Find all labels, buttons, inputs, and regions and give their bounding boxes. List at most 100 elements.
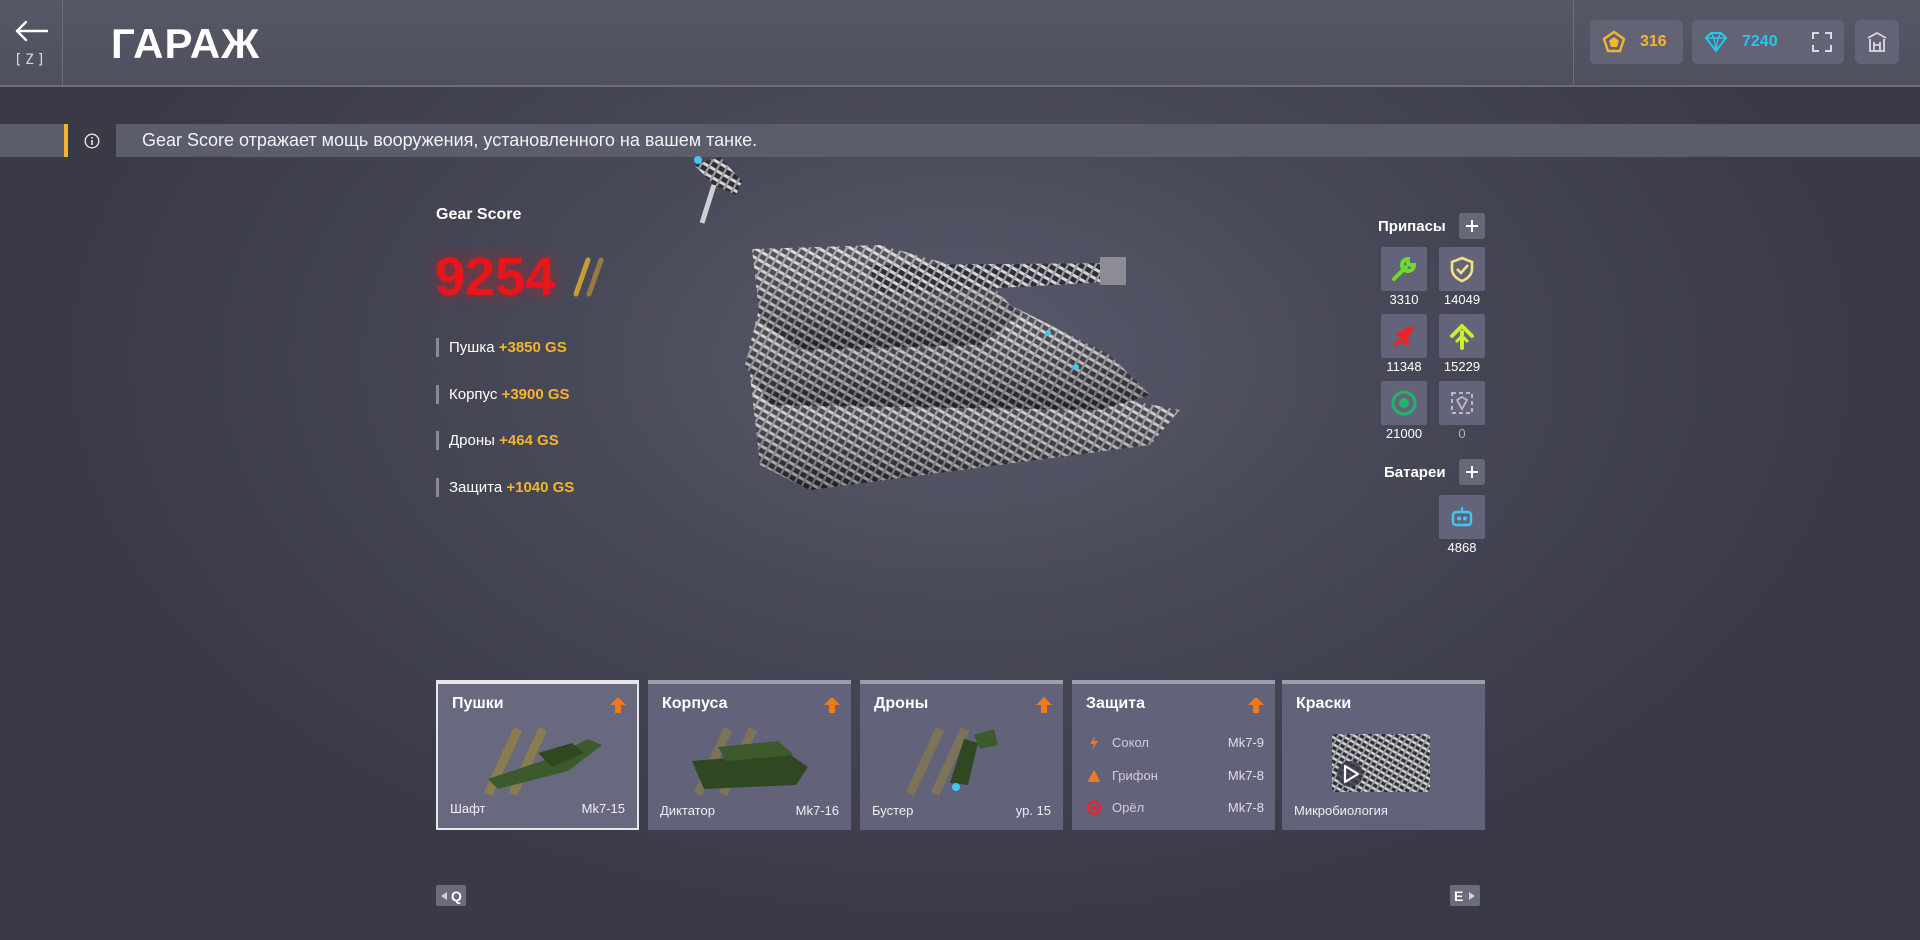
batteries-title: Батареи [1384,464,1446,481]
protection-module-mod: Mk7-8 [1227,800,1264,815]
gold-box-icon [1451,392,1473,414]
supply-count: 15229 [1443,359,1481,374]
supply-count: 11348 [1386,359,1422,374]
supply-repair-kit[interactable] [1381,247,1427,291]
drone-booster-image [905,727,998,796]
arrow-right-icon [1469,891,1476,900]
card-item-mod: ур. 15 [1015,803,1051,818]
protection-module-row: Орёл Mk7-8 [1086,799,1264,817]
lobby-button[interactable] [1855,20,1899,64]
protection-module-mod: Mk7-8 [1227,768,1264,783]
supply-double-damage[interactable] [1381,314,1427,358]
card-item-mod: Mk7-15 [581,801,625,816]
supply-speed-boost[interactable] [1439,314,1485,358]
next-category-button[interactable]: E [1450,885,1481,906]
gear-score-item-name: Корпус [449,386,498,403]
arrow-left-icon [441,891,447,900]
gems-count: 7240 [1742,33,1778,50]
gear-score-item-protection: Защита +1040 GS [436,478,574,497]
card-item-name: Микробиология [1294,803,1388,818]
crystal-icon [1602,30,1626,53]
battery-item[interactable] [1439,495,1485,539]
back-hotkey: [Z] [13,51,49,68]
upgrade-arrow-icon [610,697,626,713]
diamond-icon [1704,32,1728,53]
header-divider [1573,0,1574,87]
gear-score-value: 9254 [435,247,556,307]
weapon-shaft-image [483,727,602,796]
supply-mine[interactable] [1381,381,1427,425]
card-hulls[interactable]: Корпуса Диктатор Mk7-16 [648,680,851,830]
eagle-icon [1086,800,1102,816]
lobby-icon [1867,31,1887,52]
supply-count: 0 [1458,426,1466,441]
info-icon-cell [68,124,116,157]
gear-score-item-value: +1040 GS [506,479,575,496]
fullscreen-icon [1812,32,1832,52]
card-item-mod: Mk7-16 [795,803,839,818]
protection-module-name: Грифон [1112,768,1158,783]
paint-swatch-image [1332,734,1430,792]
supplies-add-button[interactable] [1459,213,1485,239]
battery-count: 4868 [1447,540,1477,555]
double-damage-icon [1392,325,1414,348]
gear-score-item-value: +3900 GS [501,386,570,403]
protection-module-name: Сокол [1112,735,1149,750]
gear-score-item-name: Дроны [449,432,495,449]
back-button[interactable]: [Z] [0,0,63,87]
next-hotkey: E [1454,887,1464,904]
upgrade-arrow-icon [1036,697,1052,713]
hull-dictator-image [692,727,808,796]
speed-boost-icon [1450,324,1474,350]
supply-gold-box[interactable] [1439,381,1485,425]
card-drones[interactable]: Дроны Бустер ур. 15 [860,680,1063,830]
card-protection[interactable]: Защита Сокол Mk7-9 Грифон Mk7-8 Орёл Mk7… [1072,680,1275,830]
card-title: Защита [1086,695,1145,712]
falcon-icon [1090,736,1098,750]
double-armor-icon [1450,256,1474,283]
tank-preview[interactable] [680,145,1200,505]
crystals-count: 316 [1640,33,1667,50]
protection-module-row: Грифон Mk7-8 [1086,767,1264,785]
card-title: Краски [1296,695,1352,712]
supplies-title: Припасы [1378,218,1446,235]
card-title: Корпуса [662,695,728,712]
gear-score-item-name: Пушка [449,339,495,356]
batteries-add-button[interactable] [1459,459,1485,485]
gear-score-item-drones: Дроны +464 GS [436,431,559,450]
griffin-icon [1088,770,1100,782]
top-bar: [Z] ГАРАЖ 316 7240 [0,0,1920,87]
gear-score-item-hull: Корпус +3900 GS [436,385,570,404]
plus-icon [1466,220,1478,232]
gear-score-item-value: +464 GS [499,432,559,449]
gear-score-item-value: +3850 GS [498,339,567,356]
card-weapons[interactable]: Пушки Шафт Mk7-15 [436,680,639,830]
gear-score-item-weapon: Пушка +3850 GS [436,338,567,357]
prev-hotkey: Q [451,887,462,904]
back-arrow-icon [15,20,48,41]
prev-category-button[interactable]: Q [436,885,466,906]
mine-icon [1391,390,1417,416]
protection-module-name: Орёл [1112,800,1145,815]
crystals-balance[interactable]: 316 [1590,20,1683,64]
info-banner-stripe [0,124,64,157]
page-title: ГАРАЖ [111,20,261,67]
supply-double-armor[interactable] [1439,247,1485,291]
card-item-name: Шафт [450,801,486,816]
card-title: Дроны [874,695,929,712]
gear-score-slashes-icon [573,257,604,297]
gear-score-label: Gear Score [436,206,522,223]
drone-model [694,156,742,224]
plus-icon [1466,466,1478,478]
fullscreen-button[interactable] [1800,20,1844,64]
info-icon [84,132,100,149]
card-paints[interactable]: Краски Микробиология [1282,680,1485,830]
repair-kit-icon [1392,256,1417,281]
protection-module-row: Сокол Mk7-9 [1086,734,1264,752]
supply-count: 14049 [1443,292,1481,307]
supply-count: 3310 [1389,292,1419,307]
protection-module-mod: Mk7-9 [1227,735,1264,750]
battery-drone-icon [1451,507,1473,527]
card-item-name: Диктатор [660,803,715,818]
upgrade-arrow-icon [824,697,840,713]
